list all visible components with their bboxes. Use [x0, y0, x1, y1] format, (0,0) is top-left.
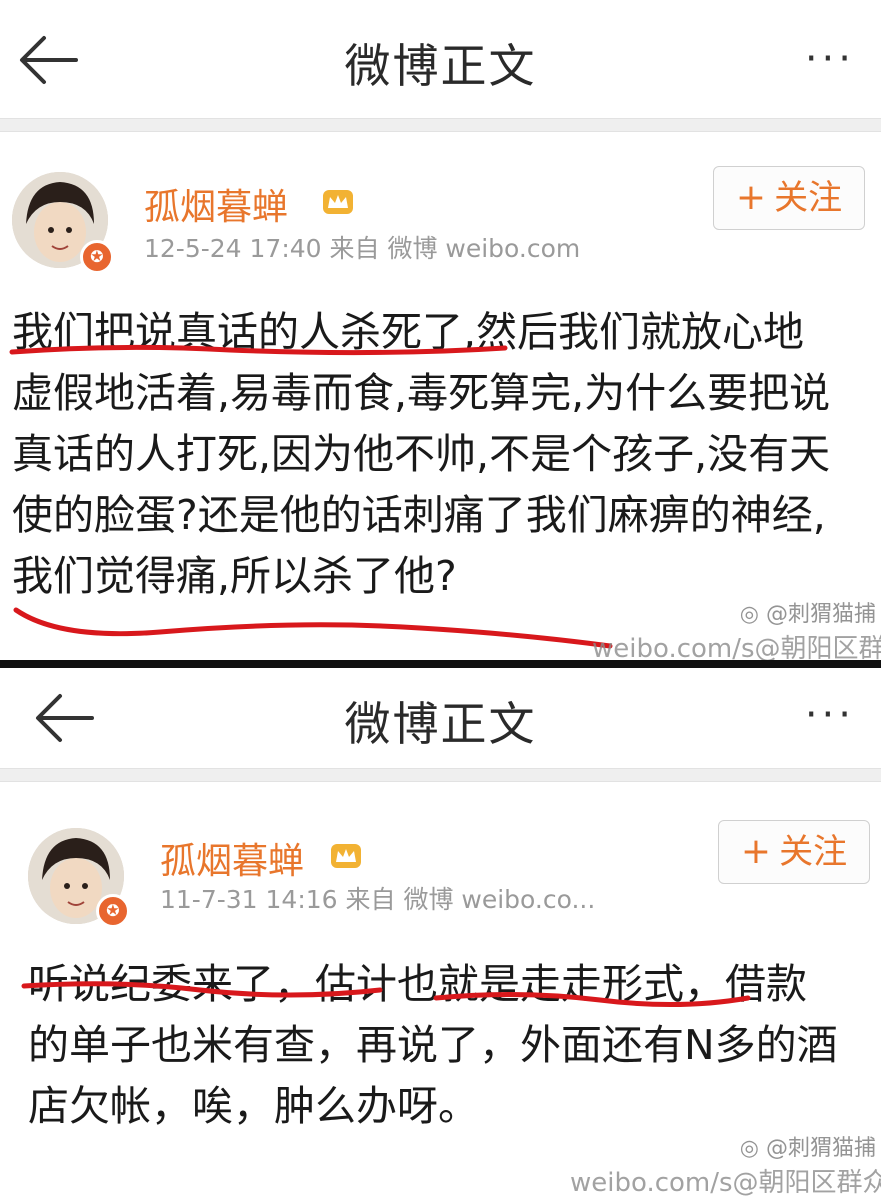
weibo-logo-icon: ◎: [739, 602, 759, 627]
follow-button[interactable]: + 关注: [718, 820, 870, 884]
post-screenshot-2: 微博正文 ··· ✪ 孤烟暮蝉 11-7-31 14:16 来自 微博 weib…: [0, 668, 881, 1200]
nav-bar: 微博正文 ···: [0, 0, 881, 118]
plus-icon: +: [740, 831, 772, 872]
post-screenshot-1: 微博正文 ··· ✪ 孤烟暮蝉 12-5-24 17:40 来自 微博 weib…: [0, 0, 881, 662]
crown-icon: [331, 844, 361, 868]
post-body: 我们把说真话的人杀死了,然后我们就放心地 虚假地活着,易毒而食,毒死算完,为什么…: [12, 308, 831, 600]
watermark: ◎ @刺猬猫捕 weibo.com/s@朝阳区群众: [570, 1136, 881, 1198]
post-meta: 11-7-31 14:16 来自 微博 weibo.co...: [160, 885, 596, 914]
plus-icon: +: [735, 177, 767, 218]
username[interactable]: 孤烟暮蝉: [160, 832, 304, 884]
post-body: 听说纪委来了，估计也就是走走形式，借款 的单子也米有查，再说了，外面还有N多的酒…: [28, 960, 838, 1130]
username[interactable]: 孤烟暮蝉: [144, 178, 288, 230]
more-icon[interactable]: ···: [805, 39, 855, 79]
follow-label: 关注: [774, 178, 843, 218]
separator: [0, 768, 881, 782]
watermark: ◎ @刺猬猫捕 weibo.com/s@朝阳区群众: [592, 602, 881, 662]
separator: [0, 118, 881, 132]
post-meta: 12-5-24 17:40 来自 微博 weibo.com: [144, 234, 581, 263]
page-title: 微博正文: [344, 697, 537, 751]
weibo-logo-icon: ◎: [739, 1136, 759, 1161]
panel-divider: [0, 660, 881, 668]
more-icon[interactable]: ···: [805, 695, 855, 735]
nav-bar: 微博正文 ···: [0, 668, 881, 768]
verified-badge-icon: ✪: [80, 240, 114, 274]
follow-button[interactable]: + 关注: [713, 166, 865, 230]
page-title: 微博正文: [344, 39, 537, 93]
follow-label: 关注: [779, 832, 848, 872]
crown-icon: [323, 190, 353, 214]
verified-badge-icon: ✪: [96, 894, 130, 928]
